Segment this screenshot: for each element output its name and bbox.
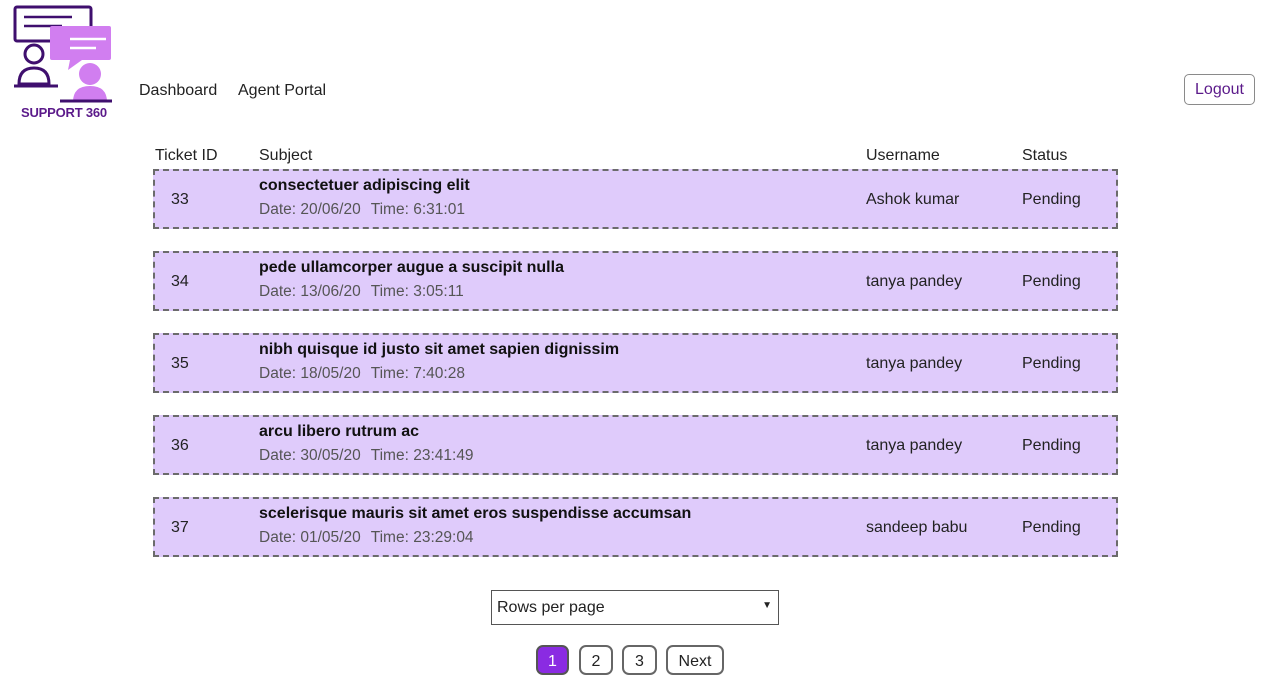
ticket-subject: scelerisque mauris sit amet eros suspend… (259, 505, 692, 522)
ticket-username: tanya pandey (866, 355, 963, 372)
ticket-subject: consectetuer adipiscing elit (259, 177, 470, 194)
logout-button[interactable]: Logout (1184, 74, 1255, 105)
ticket-row[interactable]: 35 nibh quisque id justo sit amet sapien… (153, 333, 1118, 393)
page-1-button[interactable]: 1 (536, 645, 569, 675)
ticket-id: 35 (171, 355, 189, 372)
logo[interactable]: SUPPORT 360 (12, 4, 116, 122)
date-label: Date: (259, 447, 297, 464)
brand-name: SUPPORT 360 (21, 105, 107, 120)
ticket-date: 30/05/20 (300, 447, 361, 464)
ticket-date: 01/05/20 (300, 529, 361, 546)
ticket-time: 23:41:49 (413, 447, 474, 464)
date-label: Date: (259, 283, 297, 300)
rows-per-page-label: Rows per page (497, 599, 605, 616)
ticket-subject: pede ullamcorper augue a suscipit nulla (259, 259, 564, 276)
ticket-id: 37 (171, 519, 189, 536)
date-label: Date: (259, 201, 297, 218)
ticket-status: Pending (1022, 273, 1081, 290)
ticket-username: Ashok kumar (866, 191, 960, 208)
ticket-username: tanya pandey (866, 437, 963, 454)
date-label: Date: (259, 365, 297, 382)
ticket-meta: Date: 18/05/20 Time: 7:40:28 (259, 365, 465, 383)
ticket-username: tanya pandey (866, 273, 963, 290)
ticket-list: 33 consectetuer adipiscing elit Date: 20… (153, 169, 1118, 579)
ticket-time: 3:05:11 (413, 283, 464, 300)
ticket-time: 6:31:01 (413, 201, 465, 218)
time-label: Time: (370, 447, 409, 464)
ticket-date: 20/06/20 (300, 201, 361, 218)
header-subject: Subject (259, 147, 313, 164)
ticket-id: 34 (171, 273, 189, 290)
ticket-date: 13/06/20 (300, 283, 361, 300)
pagination: 1 2 3 Next (0, 645, 1276, 675)
ticket-meta: Date: 30/05/20 Time: 23:41:49 (259, 447, 474, 465)
support-chat-agents-icon (13, 5, 112, 103)
ticket-row[interactable]: 36 arcu libero rutrum ac Date: 30/05/20 T… (153, 415, 1118, 475)
ticket-status: Pending (1022, 191, 1081, 208)
ticket-subject: arcu libero rutrum ac (259, 423, 420, 440)
next-page-button[interactable]: Next (666, 645, 724, 675)
time-label: Time: (370, 529, 409, 546)
rows-per-page-select[interactable]: Rows per page ▼ (491, 590, 779, 625)
ticket-status: Pending (1022, 437, 1081, 454)
nav-agent-portal[interactable]: Agent Portal (238, 82, 326, 100)
ticket-time: 7:40:28 (413, 365, 465, 382)
ticket-status: Pending (1022, 519, 1081, 536)
caret-down-icon: ▼ (762, 600, 772, 611)
page-3-button[interactable]: 3 (622, 645, 657, 675)
ticket-status: Pending (1022, 355, 1081, 372)
header: SUPPORT 360 Dashboard Agent Portal Logou… (0, 0, 1276, 130)
header-username: Username (866, 147, 940, 164)
time-label: Time: (370, 283, 409, 300)
ticket-id: 36 (171, 437, 189, 454)
ticket-row[interactable]: 34 pede ullamcorper augue a suscipit nul… (153, 251, 1118, 311)
header-status: Status (1022, 147, 1068, 164)
ticket-row[interactable]: 33 consectetuer adipiscing elit Date: 20… (153, 169, 1118, 229)
ticket-meta: Date: 20/06/20 Time: 6:31:01 (259, 201, 465, 219)
ticket-meta: Date: 01/05/20 Time: 23:29:04 (259, 529, 474, 547)
time-label: Time: (370, 201, 409, 218)
ticket-time: 23:29:04 (413, 529, 474, 546)
ticket-username: sandeep babu (866, 519, 968, 536)
ticket-row[interactable]: 37 scelerisque mauris sit amet eros susp… (153, 497, 1118, 557)
date-label: Date: (259, 529, 297, 546)
time-label: Time: (370, 365, 409, 382)
table-header: Ticket ID Subject Username Status (0, 147, 1276, 167)
nav-dashboard[interactable]: Dashboard (139, 82, 217, 100)
page-2-button[interactable]: 2 (579, 645, 613, 675)
header-ticket-id: Ticket ID (155, 147, 218, 164)
ticket-meta: Date: 13/06/20 Time: 3:05:11 (259, 283, 464, 301)
ticket-date: 18/05/20 (300, 365, 361, 382)
ticket-id: 33 (171, 191, 189, 208)
ticket-subject: nibh quisque id justo sit amet sapien di… (259, 341, 620, 358)
